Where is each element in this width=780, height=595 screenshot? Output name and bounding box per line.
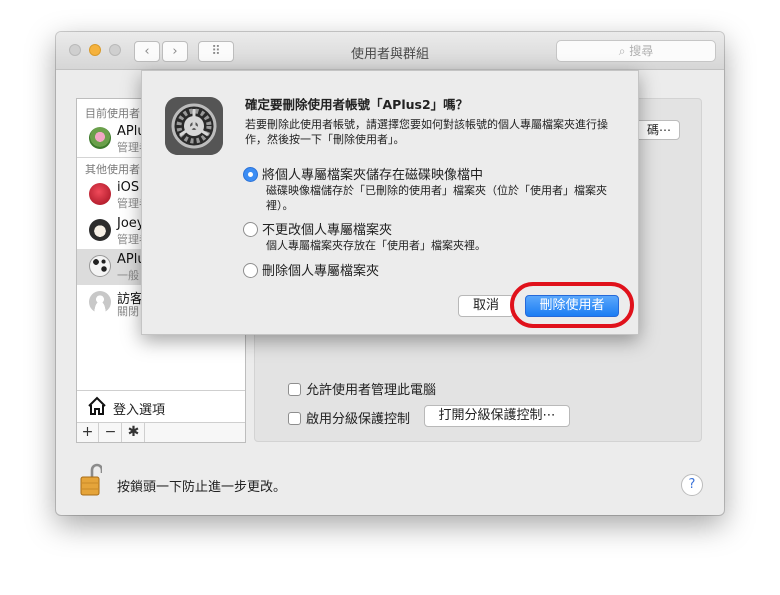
open-parental-controls-button[interactable]: 打開分級保護控制⋯ — [424, 405, 570, 427]
allow-admin-checkbox[interactable] — [288, 383, 301, 396]
enable-parental-label: 啟用分級保護控制 — [306, 412, 411, 427]
enable-parental-row[interactable]: 啟用分級保護控制 — [288, 408, 410, 427]
house-icon — [88, 396, 106, 415]
option-description: 個人專屬檔案夾存放在「使用者」檔案夾裡。 — [266, 239, 486, 252]
gear-icon[interactable]: ✱ — [123, 423, 145, 442]
title-bar: ‹ › ⠿ 使用者與群組 ⌕ 搜尋 — [56, 32, 724, 70]
radio-delete-folder[interactable] — [243, 263, 258, 278]
search-placeholder: 搜尋 — [629, 44, 654, 58]
red-avatar-icon — [89, 183, 111, 205]
user-role: 一般 — [117, 269, 139, 282]
option-keep-folder[interactable]: 不更改個人專屬檔案夾 — [243, 219, 392, 238]
search-icon: ⌕ — [618, 44, 630, 58]
user-role: 關閉 — [117, 305, 139, 318]
user-name: iOS — [117, 180, 140, 195]
flower-avatar-icon — [89, 127, 111, 149]
option-delete-folder[interactable]: 刪除個人專屬檔案夾 — [243, 260, 379, 279]
login-options-label: 登入選項 — [113, 403, 166, 418]
allow-admin-label: 允許使用者管理此電腦 — [306, 383, 437, 398]
radio-save-disk-image[interactable] — [243, 167, 258, 182]
other-users-header: 其他使用者 — [85, 163, 140, 176]
lock-hint-text: 按鎖頭一下防止進一步更改。 — [117, 480, 287, 495]
radio-keep-folder[interactable] — [243, 222, 258, 237]
unlocked-lock-icon[interactable] — [80, 462, 102, 496]
soccer-ball-avatar-icon — [89, 255, 111, 277]
login-options-item[interactable]: 登入選項 — [77, 390, 245, 422]
option-description: 磁碟映像檔儲存於「已刪除的使用者」檔案夾（位於「使用者」檔案夾裡）。 — [266, 184, 607, 212]
remove-user-button[interactable]: − — [100, 423, 122, 442]
highlight-annotation — [510, 282, 634, 328]
option-save-disk-image[interactable]: 將個人專屬檔案夾儲存在磁碟映像檔中 — [243, 164, 483, 183]
guest-avatar-icon — [89, 291, 111, 313]
option-label: 將個人專屬檔案夾儲存在磁碟映像檔中 — [262, 168, 484, 183]
sheet-message: 若要刪除此使用者帳號，請選擇您要如何對該帳號的個人專屬檔案夾進行操作，然後按一下… — [245, 118, 608, 146]
enable-parental-checkbox[interactable] — [288, 412, 301, 425]
current-users-header: 目前使用者 — [85, 107, 140, 120]
eagle-avatar-icon — [89, 219, 111, 241]
option-label: 不更改個人專屬檔案夾 — [262, 223, 393, 238]
help-button[interactable]: ? — [681, 474, 703, 496]
sheet-title: 確定要刪除使用者帳號「APlus2」嗎？ — [245, 97, 469, 112]
system-preferences-gear-icon — [165, 97, 223, 155]
add-user-button[interactable]: + — [77, 423, 99, 442]
sidebar-toolbar: + − ✱ — [77, 422, 245, 442]
allow-admin-row[interactable]: 允許使用者管理此電腦 — [288, 379, 436, 398]
search-field[interactable]: ⌕ 搜尋 — [556, 40, 716, 62]
cancel-button[interactable]: 取消 — [458, 295, 514, 317]
option-label: 刪除個人專屬檔案夾 — [262, 264, 380, 279]
